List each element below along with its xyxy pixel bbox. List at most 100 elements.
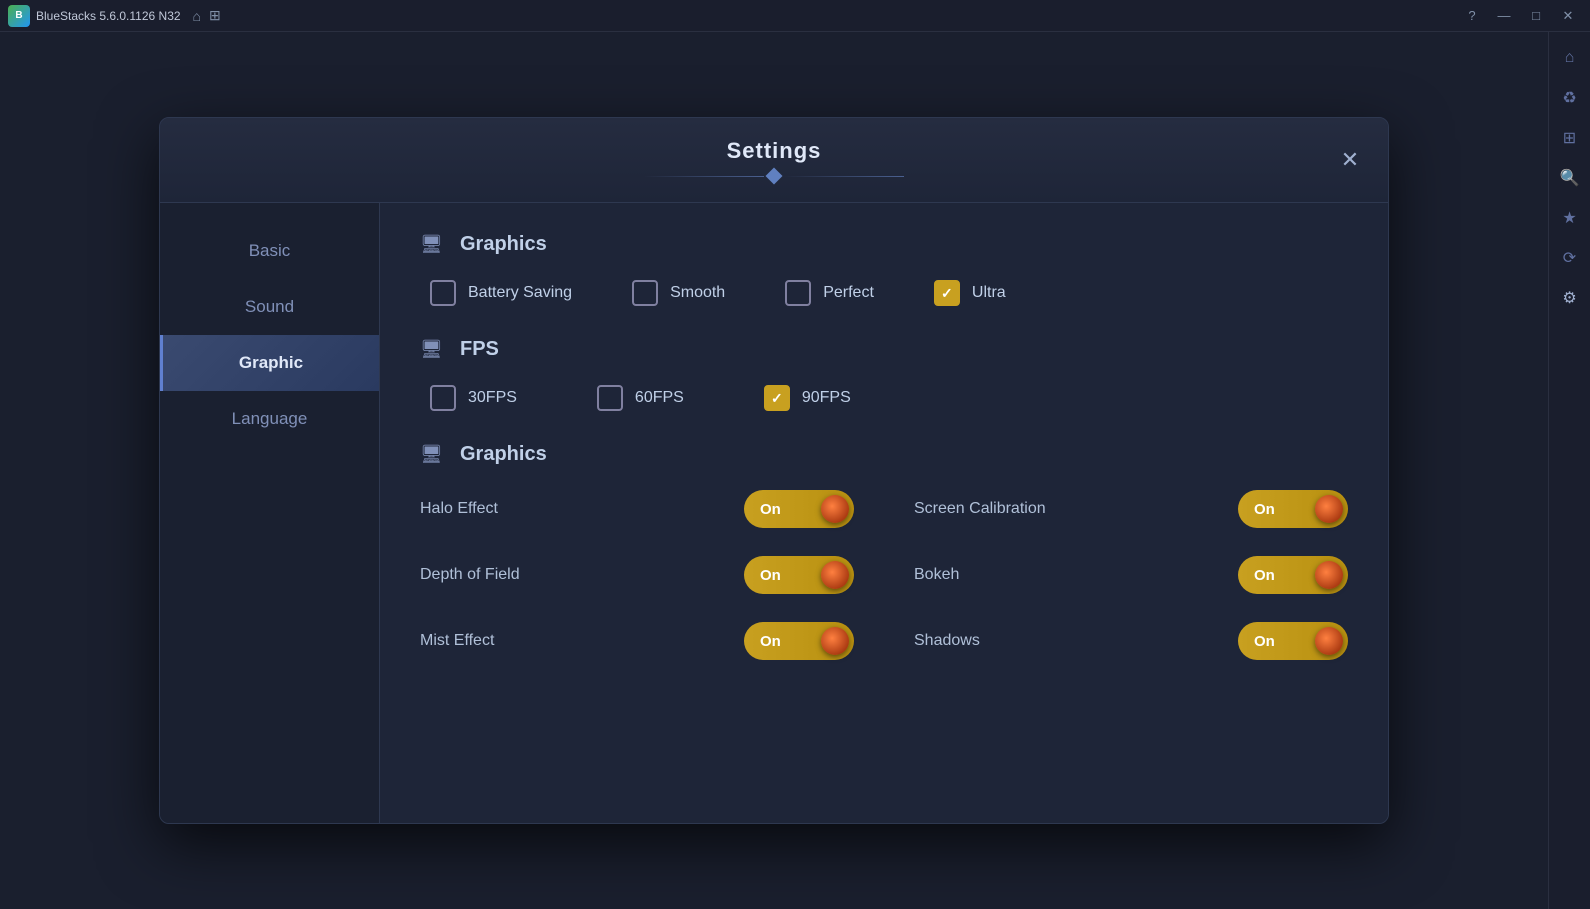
mist-effect-row: Mist Effect On — [420, 622, 854, 660]
graphics-effects-header: 🖥 Graphics — [420, 443, 1348, 466]
mist-effect-label: Mist Effect — [420, 632, 494, 650]
shadows-knob — [1315, 627, 1343, 655]
graphics-quality-header: 🖥 Graphics — [420, 233, 1348, 256]
modal-close-button[interactable]: ✕ — [1332, 142, 1368, 178]
title-decoration — [180, 170, 1368, 182]
perfect-option[interactable]: Perfect — [785, 280, 874, 306]
halo-effect-toggle[interactable]: On — [744, 490, 854, 528]
ultra-checkmark: ✓ — [941, 285, 953, 302]
depth-of-field-row: Depth of Field On — [420, 556, 854, 594]
smooth-checkbox[interactable] — [632, 280, 658, 306]
bokeh-value: On — [1254, 567, 1275, 584]
titlebar: B BlueStacks 5.6.0.1126 N32 ⌂ ⊞ ? — □ ✕ — [0, 0, 1590, 32]
graphics-quality-title: Graphics — [460, 233, 547, 256]
fps90-option[interactable]: ✓ 90FPS — [764, 385, 851, 411]
battery-saving-label: Battery Saving — [468, 284, 572, 302]
deco-line-right — [784, 176, 904, 177]
settings-modal: Settings ✕ Basic Sound Graphic Language — [159, 117, 1389, 824]
depth-of-field-value: On — [760, 567, 781, 584]
fps90-checkbox[interactable]: ✓ — [764, 385, 790, 411]
settings-content: 🖥 Graphics Battery Saving Smooth Perfect — [380, 203, 1388, 823]
ultra-label: Ultra — [972, 284, 1006, 302]
battery-saving-option[interactable]: Battery Saving — [430, 280, 572, 306]
smooth-option[interactable]: Smooth — [632, 280, 725, 306]
bokeh-knob — [1315, 561, 1343, 589]
fps30-checkbox[interactable] — [430, 385, 456, 411]
battery-saving-checkbox[interactable] — [430, 280, 456, 306]
nav-language[interactable]: Language — [160, 391, 379, 447]
fps90-checkmark: ✓ — [771, 390, 783, 407]
nav-sound[interactable]: Sound — [160, 279, 379, 335]
modal-header: Settings ✕ — [160, 118, 1388, 203]
mist-effect-toggle[interactable]: On — [744, 622, 854, 660]
fps-monitor-icon: 🖥 — [420, 339, 448, 361]
shadows-label: Shadows — [914, 632, 980, 650]
screen-calibration-value: On — [1254, 501, 1275, 518]
help-button[interactable]: ? — [1458, 2, 1486, 30]
halo-effect-label: Halo Effect — [420, 500, 498, 518]
fps30-option[interactable]: 30FPS — [430, 385, 517, 411]
shadows-row: Shadows On — [914, 622, 1348, 660]
bokeh-toggle[interactable]: On — [1238, 556, 1348, 594]
fps-title: FPS — [460, 338, 499, 361]
halo-effect-row: Halo Effect On — [420, 490, 854, 528]
minimize-button[interactable]: — — [1490, 2, 1518, 30]
effects-monitor-icon: 🖥 — [420, 444, 448, 466]
depth-of-field-knob — [821, 561, 849, 589]
halo-effect-knob — [821, 495, 849, 523]
fps30-label: 30FPS — [468, 389, 517, 407]
depth-of-field-label: Depth of Field — [420, 566, 520, 584]
perfect-checkbox[interactable] — [785, 280, 811, 306]
bokeh-row: Bokeh On — [914, 556, 1348, 594]
depth-of-field-toggle[interactable]: On — [744, 556, 854, 594]
restore-button[interactable]: □ — [1522, 2, 1550, 30]
sidebar-star-icon[interactable]: ★ — [1554, 202, 1586, 234]
ultra-checkbox[interactable]: ✓ — [934, 280, 960, 306]
sidebar-apps-icon[interactable]: ⊞ — [1554, 122, 1586, 154]
close-button[interactable]: ✕ — [1554, 2, 1582, 30]
deco-diamond — [766, 168, 783, 185]
graphics-quality-options: Battery Saving Smooth Perfect ✓ — [420, 280, 1348, 306]
app-title: BlueStacks 5.6.0.1126 N32 — [36, 9, 181, 23]
screen-calibration-knob — [1315, 495, 1343, 523]
fps90-label: 90FPS — [802, 389, 851, 407]
screen-calibration-label: Screen Calibration — [914, 500, 1046, 518]
sidebar-home-icon[interactable]: ⌂ — [1554, 42, 1586, 74]
settings-nav: Basic Sound Graphic Language — [160, 203, 380, 823]
sidebar-rotate-icon[interactable]: ⟳ — [1554, 242, 1586, 274]
effects-title: Graphics — [460, 443, 547, 466]
sidebar-refresh-icon[interactable]: ♻ — [1554, 82, 1586, 114]
bokeh-label: Bokeh — [914, 566, 959, 584]
multiinstance-icon[interactable]: ⊞ — [209, 7, 221, 24]
home-icon[interactable]: ⌂ — [193, 8, 201, 24]
screen-calibration-toggle[interactable]: On — [1238, 490, 1348, 528]
fps-header: 🖥 FPS — [420, 338, 1348, 361]
modal-body: Basic Sound Graphic Language 🖥 Graphics … — [160, 203, 1388, 823]
mist-effect-knob — [821, 627, 849, 655]
modal-title: Settings — [180, 138, 1368, 164]
nav-basic[interactable]: Basic — [160, 223, 379, 279]
halo-effect-value: On — [760, 501, 781, 518]
window-controls: ? — □ ✕ — [1458, 2, 1582, 30]
titlebar-icons: ⌂ ⊞ — [193, 7, 221, 24]
mist-effect-value: On — [760, 633, 781, 650]
modal-overlay: Settings ✕ Basic Sound Graphic Language — [0, 32, 1548, 909]
perfect-label: Perfect — [823, 284, 874, 302]
right-sidebar: ⌂ ♻ ⊞ 🔍 ★ ⟳ ⚙ — [1548, 32, 1590, 909]
shadows-value: On — [1254, 633, 1275, 650]
sidebar-settings-icon[interactable]: ⚙ — [1554, 282, 1586, 314]
shadows-toggle[interactable]: On — [1238, 622, 1348, 660]
fps60-checkbox[interactable] — [597, 385, 623, 411]
fps60-option[interactable]: 60FPS — [597, 385, 684, 411]
smooth-label: Smooth — [670, 284, 725, 302]
sidebar-search-icon[interactable]: 🔍 — [1554, 162, 1586, 194]
effects-grid: Halo Effect On Screen Calibration On — [420, 490, 1348, 660]
app-logo: B — [8, 5, 30, 27]
monitor-icon: 🖥 — [420, 234, 448, 256]
fps60-label: 60FPS — [635, 389, 684, 407]
deco-line-left — [644, 176, 764, 177]
ultra-option[interactable]: ✓ Ultra — [934, 280, 1006, 306]
fps-options: 30FPS 60FPS ✓ 90FPS — [420, 385, 1348, 411]
nav-graphic[interactable]: Graphic — [160, 335, 379, 391]
screen-calibration-row: Screen Calibration On — [914, 490, 1348, 528]
